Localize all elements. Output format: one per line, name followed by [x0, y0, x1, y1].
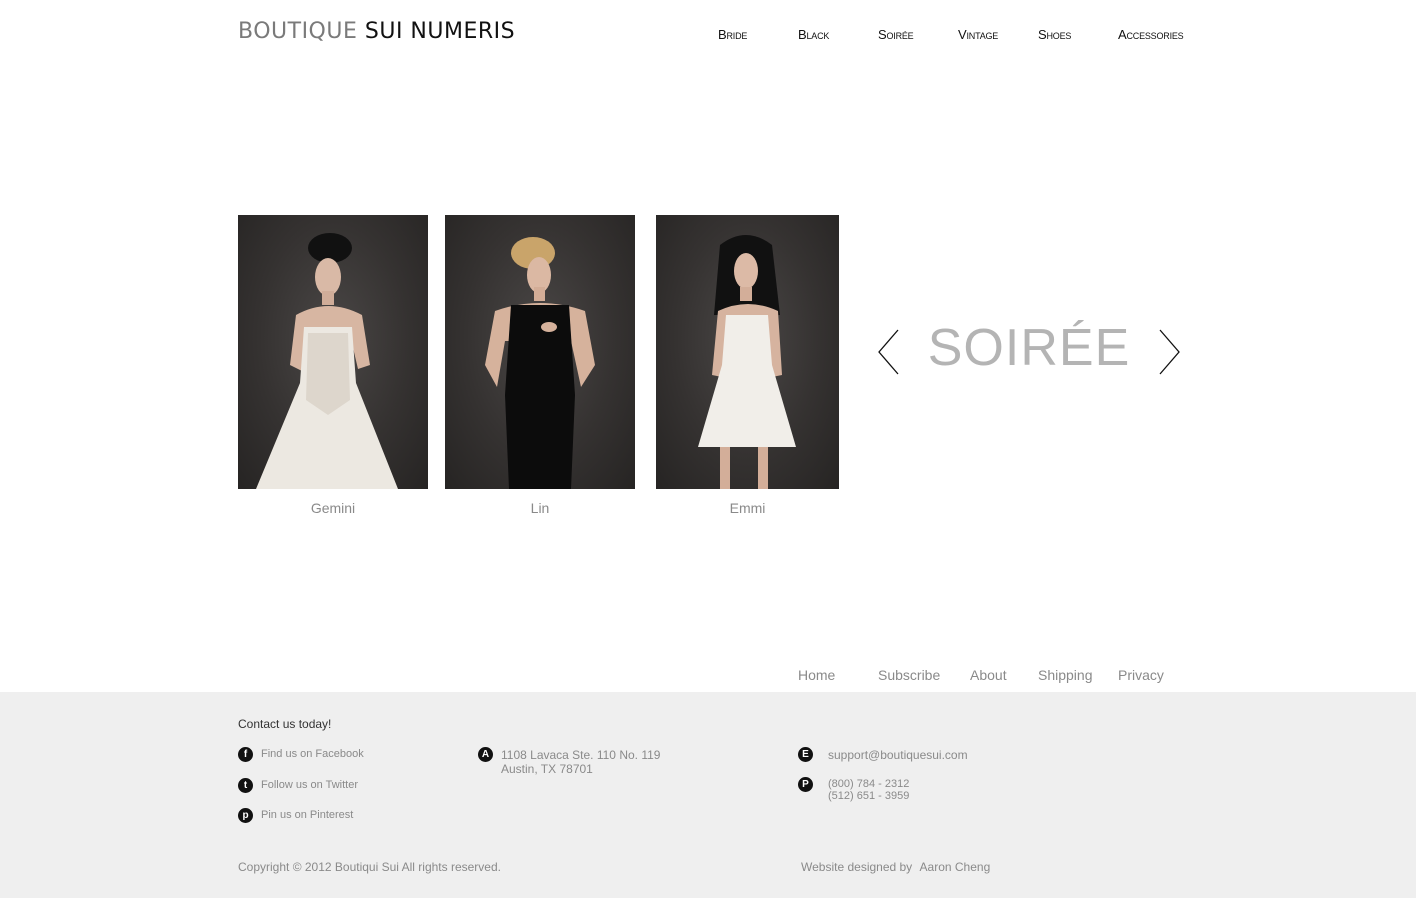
nav-bride[interactable]: Bride: [718, 27, 747, 42]
twitter-icon: t: [238, 778, 253, 793]
pinterest-label: Pin us on Pinterest: [261, 809, 354, 821]
footer-nav: Home Subscribe About Shipping Privacy: [0, 667, 1416, 687]
phone-line-2: (512) 651 - 3959: [828, 790, 910, 802]
pinterest-icon: p: [238, 808, 253, 823]
designer-label: Website designed by: [801, 860, 913, 874]
collection-title: SOIRÉE: [927, 319, 1131, 377]
footer-link-home[interactable]: Home: [798, 667, 835, 683]
address-line-1: 1108 Lavaca Ste. 110 No. 119: [501, 748, 661, 762]
main-nav: Bride Black Soirée Vintage Shoes Accesso…: [0, 27, 1416, 47]
footer-link-privacy[interactable]: Privacy: [1118, 667, 1164, 683]
footer-link-shipping[interactable]: Shipping: [1038, 667, 1093, 683]
phone-icon: P: [798, 777, 813, 792]
facebook-label: Find us on Facebook: [261, 748, 364, 760]
chevron-left-icon[interactable]: [876, 328, 902, 376]
nav-accessories[interactable]: Accessories: [1118, 27, 1184, 42]
address-line-2: Austin, TX 78701: [501, 762, 593, 776]
nav-shoes[interactable]: Shoes: [1038, 27, 1071, 42]
gallery-caption: Gemini: [310, 500, 356, 516]
contact-title: Contact us today!: [238, 717, 332, 731]
email-icon: E: [798, 747, 813, 762]
phone-line-1: (800) 784 - 2312: [828, 778, 910, 790]
chevron-right-icon[interactable]: [1156, 328, 1182, 376]
nav-black[interactable]: Black: [798, 27, 829, 42]
footer: Contact us today! f Find us on Facebook …: [0, 692, 1416, 898]
nav-vintage[interactable]: Vintage: [958, 27, 998, 42]
gallery-caption: Emmi: [729, 500, 766, 516]
designer-credit: Website designed by Aaron Cheng: [801, 860, 990, 874]
copyright: Copyright © 2012 Boutiqui Sui All rights…: [238, 860, 501, 874]
facebook-icon: f: [238, 747, 253, 762]
dress-photo[interactable]: [238, 215, 428, 489]
footer-link-about[interactable]: About: [970, 667, 1007, 683]
dress-photo[interactable]: [445, 215, 635, 489]
designer-name[interactable]: Aaron Cheng: [920, 860, 991, 874]
footer-link-subscribe[interactable]: Subscribe: [878, 667, 940, 683]
address-icon: A: [478, 747, 493, 762]
nav-soiree[interactable]: Soirée: [878, 27, 914, 42]
dress-photo[interactable]: [656, 215, 839, 489]
gallery-caption: Lin: [530, 500, 550, 516]
twitter-label: Follow us on Twitter: [261, 779, 359, 791]
email-address[interactable]: support@boutiquesui.com: [828, 748, 968, 762]
